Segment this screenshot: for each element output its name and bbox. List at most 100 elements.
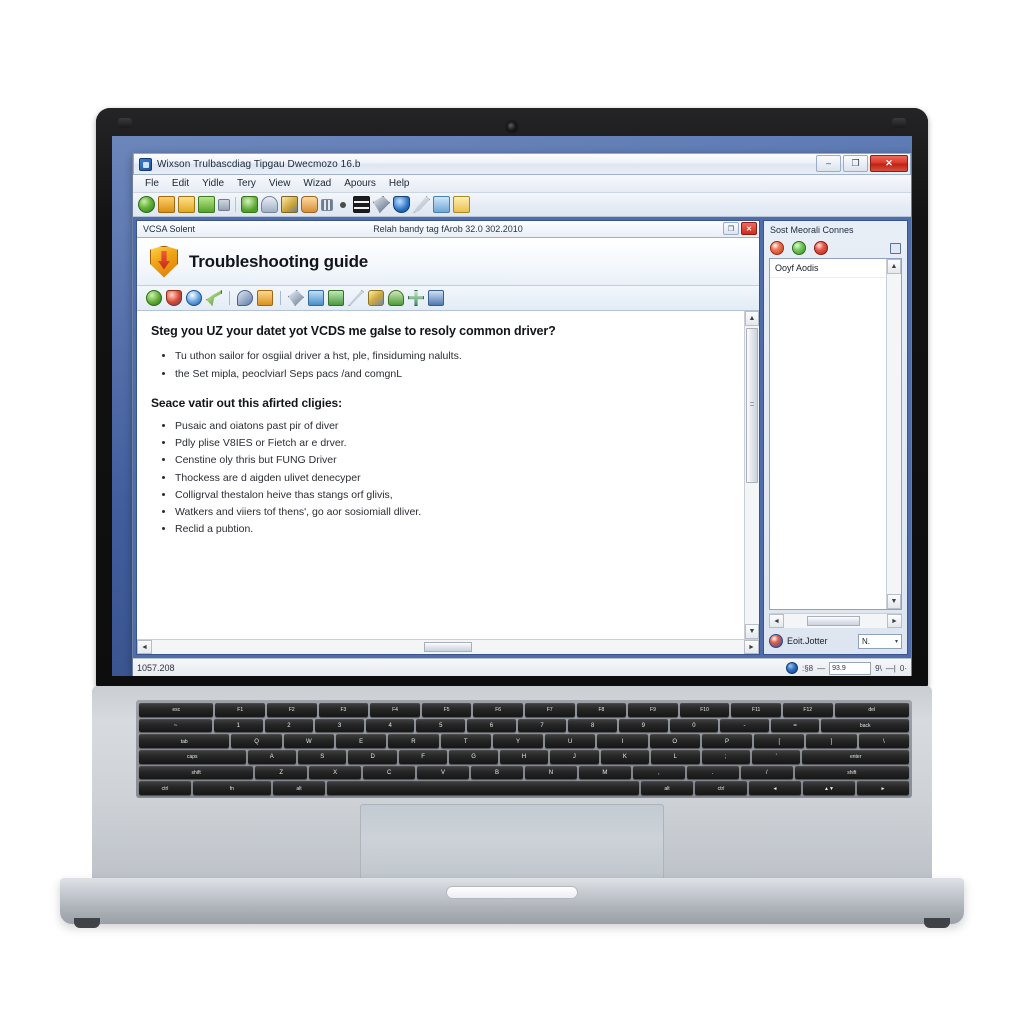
key-z[interactable]: Z	[255, 765, 308, 780]
right-panel-combobox[interactable]: N. ▾	[858, 633, 902, 649]
key-capslock[interactable]: caps	[139, 750, 246, 764]
key-5[interactable]: 5	[416, 718, 466, 733]
key-e[interactable]: E	[336, 734, 387, 749]
globe-icon[interactable]	[146, 290, 162, 306]
key-3[interactable]: 3	[315, 718, 364, 733]
list-item[interactable]: Ooyf Aodis	[770, 259, 886, 278]
key-f6[interactable]: F6	[473, 703, 523, 717]
scroll-down-button[interactable]: ▼	[745, 624, 759, 639]
key-u[interactable]: U	[545, 734, 596, 749]
wrench-icon[interactable]	[373, 196, 390, 213]
key-0[interactable]: 0	[669, 718, 719, 733]
key-8[interactable]: 8	[568, 718, 617, 733]
key-2[interactable]: 2	[264, 718, 314, 733]
key-alt-right[interactable]: alt	[641, 781, 693, 796]
key-f1[interactable]: F1	[215, 703, 265, 717]
key-n[interactable]: N	[524, 765, 577, 780]
right-panel-list[interactable]: Ooyf Aodis ▲ ▼	[769, 258, 902, 610]
horizontal-scroll-track[interactable]	[784, 614, 887, 628]
card-icon[interactable]	[328, 290, 344, 306]
horizontal-scroll-track[interactable]	[152, 640, 744, 654]
key-comma[interactable]: ,	[632, 765, 685, 780]
key-bracket-left[interactable]: [	[754, 734, 805, 749]
menu-item-view[interactable]: View	[263, 177, 297, 190]
close-button[interactable]: ✕	[870, 155, 908, 172]
key-delete[interactable]: del	[834, 703, 909, 717]
maximize-button[interactable]: ❐	[843, 155, 868, 172]
circle-refresh-icon[interactable]	[186, 290, 202, 306]
shield-icon[interactable]	[166, 290, 182, 306]
print-icon[interactable]	[433, 196, 450, 213]
key-arrow-updown[interactable]: ▲▼	[803, 781, 855, 796]
grid-icon[interactable]	[321, 198, 333, 211]
key-green-icon[interactable]	[206, 290, 222, 306]
key-i[interactable]: I	[597, 734, 648, 749]
user-icon[interactable]	[261, 196, 278, 213]
user-search-icon[interactable]	[388, 290, 404, 306]
key-fn[interactable]: fn	[193, 781, 271, 796]
key-c[interactable]: C	[363, 765, 416, 780]
key-s[interactable]: S	[298, 750, 347, 764]
key-f5[interactable]: F5	[421, 703, 472, 717]
clipboard-icon[interactable]	[308, 290, 324, 306]
open-folder-icon[interactable]	[158, 196, 175, 213]
key-equals[interactable]: =	[770, 718, 820, 733]
refresh-red-icon[interactable]	[770, 241, 784, 255]
pin-icon[interactable]	[218, 198, 230, 211]
key-y[interactable]: Y	[492, 734, 544, 749]
export-icon[interactable]	[198, 196, 215, 213]
horizontal-scroll-thumb[interactable]	[806, 616, 861, 626]
key-f2[interactable]: F2	[267, 703, 317, 717]
menu-item-apours[interactable]: Apours	[338, 177, 382, 190]
minimize-button[interactable]: –	[816, 155, 841, 172]
key-f12[interactable]: F12	[782, 703, 833, 717]
menu-item-help[interactable]: Help	[383, 177, 416, 190]
globe-status-icon[interactable]	[786, 662, 798, 674]
menu-item-yidle[interactable]: Yidle	[196, 177, 230, 190]
key-m[interactable]: M	[578, 765, 631, 780]
vertical-scroll-track[interactable]	[887, 274, 901, 594]
right-panel-vertical-scrollbar[interactable]: ▲ ▼	[886, 259, 901, 609]
key-f9[interactable]: F9	[628, 703, 678, 717]
key-space[interactable]	[327, 781, 639, 796]
trackpad[interactable]	[360, 804, 664, 880]
lock-folder-icon[interactable]	[257, 290, 273, 306]
vertical-scroll-thumb[interactable]	[746, 328, 758, 483]
window-titlebar[interactable]: Wixson Trulbascdiag Tipgau Dwecmozo 16.b…	[133, 153, 911, 175]
document-horizontal-scrollbar[interactable]: ◄ ►	[137, 639, 759, 654]
key-slash[interactable]: /	[740, 765, 793, 780]
key-tilde[interactable]: ~	[139, 718, 212, 733]
pencil-line-icon[interactable]	[348, 290, 364, 306]
document-vertical-scrollbar[interactable]: ▲ ▼	[744, 311, 759, 639]
key-b[interactable]: B	[471, 765, 523, 780]
key-f3[interactable]: F3	[318, 703, 369, 717]
key-d[interactable]: D	[348, 750, 397, 764]
vertical-scroll-track[interactable]	[745, 326, 759, 624]
key-backslash[interactable]: \	[858, 734, 909, 749]
key-f[interactable]: F	[398, 750, 448, 764]
scroll-left-button[interactable]: ◄	[137, 640, 152, 654]
key-p[interactable]: P	[701, 734, 753, 749]
key-arrow-right[interactable]: ►	[857, 781, 909, 796]
key-arrow-left[interactable]: ◄	[749, 781, 801, 796]
chevron-down-icon[interactable]: ▾	[895, 638, 898, 645]
key-x[interactable]: X	[309, 765, 362, 780]
key-9[interactable]: 9	[618, 718, 668, 733]
key-v[interactable]: V	[417, 765, 470, 780]
menu-item-tery[interactable]: Tery	[231, 177, 262, 190]
document-titlebar[interactable]: VCSA Solent Relah bandy tag fArob 32.0 3…	[137, 221, 759, 238]
horizontal-scroll-thumb[interactable]	[424, 642, 472, 652]
accept-green-icon[interactable]	[792, 241, 806, 255]
key-f7[interactable]: F7	[524, 703, 575, 717]
pen-icon[interactable]	[413, 196, 430, 213]
document-restore-button[interactable]: ❐	[723, 222, 739, 235]
scroll-right-button[interactable]: ►	[744, 640, 759, 654]
scroll-up-button[interactable]: ▲	[887, 259, 901, 274]
run-person-icon[interactable]	[301, 196, 318, 213]
key-4[interactable]: 4	[365, 718, 415, 733]
key-r[interactable]: R	[388, 734, 439, 749]
key-bracket-right[interactable]: ]	[806, 734, 857, 749]
key-q[interactable]: Q	[231, 734, 282, 749]
save-icon[interactable]	[178, 196, 195, 213]
key-f10[interactable]: F10	[679, 703, 730, 717]
